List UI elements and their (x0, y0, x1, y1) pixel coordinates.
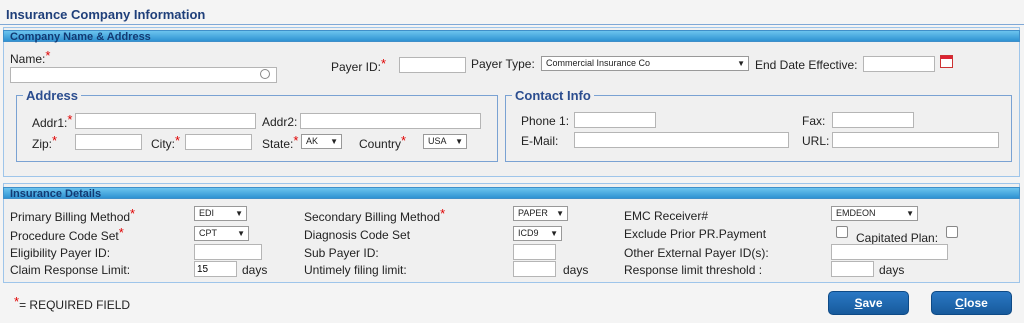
chevron-down-icon: ▼ (556, 209, 564, 218)
emc-select[interactable]: EMDEON ▼ (831, 206, 918, 221)
claim-response-input[interactable] (194, 261, 237, 277)
email-label: E-Mail: (521, 134, 559, 148)
chevron-down-icon: ▼ (235, 209, 243, 218)
payer-type-select[interactable]: Commercial Insurance Co ▼ (541, 56, 749, 71)
name-input[interactable] (10, 67, 277, 83)
addr2-label: Addr2: (262, 115, 298, 129)
secondary-billing-label: Secondary Billing Method* (304, 206, 446, 224)
chevron-down-icon: ▼ (906, 209, 914, 218)
response-threshold-unit: days (879, 263, 905, 277)
end-date-input[interactable] (863, 56, 935, 72)
payer-type-label: Payer Type: (471, 57, 535, 71)
procedure-label: Procedure Code Set* (10, 225, 124, 243)
other-external-label: Other External Payer ID(s): (624, 246, 769, 260)
calendar-icon[interactable] (940, 55, 953, 68)
close-button[interactable]: Close (931, 291, 1012, 315)
city-input[interactable] (185, 134, 252, 150)
contact-legend: Contact Info (515, 88, 591, 103)
chevron-down-icon: ▼ (237, 229, 245, 238)
address-legend: Address (26, 88, 79, 103)
email-input[interactable] (574, 132, 789, 148)
diagnosis-label: Diagnosis Code Set (304, 228, 411, 242)
phone-input[interactable] (574, 112, 656, 128)
sub-payer-label: Sub Payer ID: (304, 246, 379, 260)
url-input[interactable] (832, 132, 999, 148)
phone-label: Phone 1: (521, 114, 570, 128)
country-label: Country* (359, 133, 407, 151)
exclude-label: Exclude Prior PR.Payment (624, 227, 767, 241)
eligibility-label: Eligibility Payer ID: (10, 246, 111, 260)
untimely-input[interactable] (513, 261, 556, 277)
untimely-unit: days (563, 263, 589, 277)
chevron-down-icon: ▼ (455, 137, 463, 146)
chevron-down-icon: ▼ (330, 137, 338, 146)
required-field-note: *= REQUIRED FIELD (14, 294, 131, 312)
state-select[interactable]: AK ▼ (301, 134, 342, 149)
country-select[interactable]: USA ▼ (423, 134, 467, 149)
url-label: URL: (802, 134, 830, 148)
exclude-checkbox[interactable] (836, 226, 848, 238)
city-label: City:* (151, 133, 181, 151)
procedure-select[interactable]: CPT ▼ (194, 226, 249, 241)
zip-input[interactable] (75, 134, 142, 150)
response-threshold-label: Response limit threshold : (624, 263, 763, 277)
page-title: Insurance Company Information (6, 7, 206, 22)
eligibility-input[interactable] (194, 244, 262, 260)
emc-label: EMC Receiver# (624, 209, 709, 223)
other-external-input[interactable] (831, 244, 948, 260)
chevron-down-icon: ▼ (550, 229, 558, 238)
addr1-input[interactable] (75, 113, 256, 129)
chevron-down-icon: ▼ (737, 59, 745, 68)
payer-id-label: Payer ID:* (331, 56, 387, 74)
details-section-header: Insurance Details (3, 187, 1020, 200)
primary-billing-select[interactable]: EDI ▼ (194, 206, 247, 221)
state-label: State:* (262, 133, 299, 151)
save-button[interactable]: Save (828, 291, 909, 315)
addr1-label: Addr1:* (32, 112, 73, 130)
title-divider (0, 24, 1024, 25)
untimely-label: Untimely filing limit: (304, 263, 407, 277)
capitated-label: Capitated Plan: (856, 231, 939, 245)
secondary-billing-select[interactable]: PAPER ▼ (513, 206, 568, 221)
end-date-label: End Date Effective: (755, 58, 858, 72)
search-icon[interactable] (260, 69, 270, 79)
claim-response-unit: days (242, 263, 268, 277)
zip-label: Zip:* (32, 133, 58, 151)
company-section-header: Company Name & Address (3, 30, 1020, 43)
primary-billing-label: Primary Billing Method* (10, 206, 136, 224)
capitated-checkbox[interactable] (946, 226, 958, 238)
response-threshold-input[interactable] (831, 261, 874, 277)
payer-id-input[interactable] (399, 57, 466, 73)
name-label: Name:* (10, 48, 51, 66)
diagnosis-select[interactable]: ICD9 ▼ (513, 226, 562, 241)
claim-response-label: Claim Response Limit: (10, 263, 131, 277)
fax-label: Fax: (802, 114, 826, 128)
sub-payer-input[interactable] (513, 244, 556, 260)
fax-input[interactable] (832, 112, 914, 128)
addr2-input[interactable] (300, 113, 481, 129)
